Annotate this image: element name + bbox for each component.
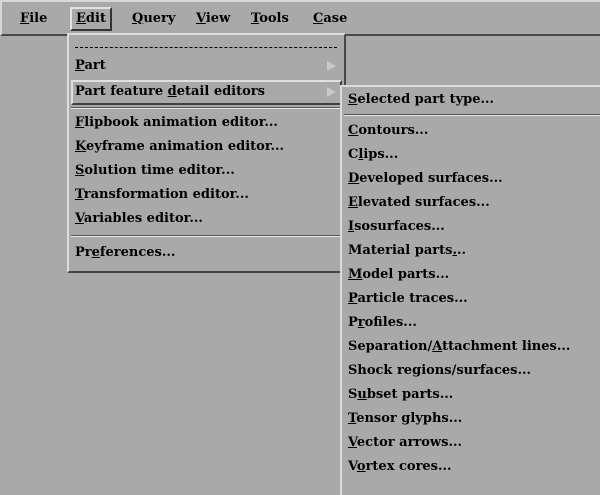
menu-view[interactable]: View: [191, 7, 235, 31]
submenu-item-contours[interactable]: Contours...: [348, 120, 428, 142]
submenu-item-tensor-glyphs[interactable]: Tensor glyphs...: [348, 408, 462, 430]
submenu-item-selected-part-type[interactable]: Selected part type...: [348, 89, 494, 111]
menu-item-part-feature-detail-editors[interactable]: Part feature detail editors: [75, 81, 265, 103]
menu-bar: File Edit Query View Tools Case: [0, 0, 600, 36]
menu-separator: [71, 235, 342, 237]
menu-tools[interactable]: Tools: [246, 7, 294, 31]
menu-item-flipbook-animation-editor[interactable]: Flipbook animation editor...: [75, 112, 278, 134]
submenu-item-shock-regions-surfaces[interactable]: Shock regions/surfaces...: [348, 360, 531, 382]
menu-file[interactable]: File: [15, 7, 52, 31]
submenu-item-elevated-surfaces[interactable]: Elevated surfaces...: [348, 192, 490, 214]
menu-separator: [344, 114, 600, 116]
part-feature-detail-editors-submenu: Selected part type... Contours... Clips.…: [340, 85, 600, 495]
menu-separator: [71, 107, 342, 109]
submenu-item-subset-parts[interactable]: Subset parts...: [348, 384, 453, 406]
submenu-arrow-icon: [327, 87, 336, 97]
menu-item-variables-editor[interactable]: Variables editor...: [75, 208, 203, 230]
tear-off-line[interactable]: [75, 47, 337, 48]
menu-edit[interactable]: Edit: [70, 7, 112, 31]
submenu-item-separation-attachment-lines[interactable]: Separation/Attachment lines...: [348, 336, 570, 358]
submenu-item-isosurfaces[interactable]: Isosurfaces...: [348, 216, 445, 238]
submenu-arrow-icon: [327, 61, 336, 71]
submenu-item-vector-arrows[interactable]: Vector arrows...: [348, 432, 462, 454]
menu-item-part[interactable]: Part: [75, 55, 106, 77]
submenu-item-material-parts[interactable]: Material parts...: [348, 240, 466, 262]
edit-menu: Part Part feature detail editors Flipboo…: [67, 33, 346, 273]
menu-item-transformation-editor[interactable]: Transformation editor...: [75, 184, 249, 206]
menu-item-solution-time-editor[interactable]: Solution time editor...: [75, 160, 235, 182]
menu-case[interactable]: Case: [308, 7, 352, 31]
menu-item-preferences[interactable]: Preferences...: [75, 242, 175, 264]
submenu-item-developed-surfaces[interactable]: Developed surfaces...: [348, 168, 503, 190]
submenu-item-profiles[interactable]: Profiles...: [348, 312, 417, 334]
menu-item-keyframe-animation-editor[interactable]: Keyframe animation editor...: [75, 136, 284, 158]
submenu-item-model-parts[interactable]: Model parts...: [348, 264, 449, 286]
submenu-item-clips[interactable]: Clips...: [348, 144, 398, 166]
submenu-item-vortex-cores[interactable]: Vortex cores...: [348, 456, 452, 478]
submenu-item-particle-traces[interactable]: Particle traces...: [348, 288, 468, 310]
menu-query[interactable]: Query: [127, 7, 180, 31]
